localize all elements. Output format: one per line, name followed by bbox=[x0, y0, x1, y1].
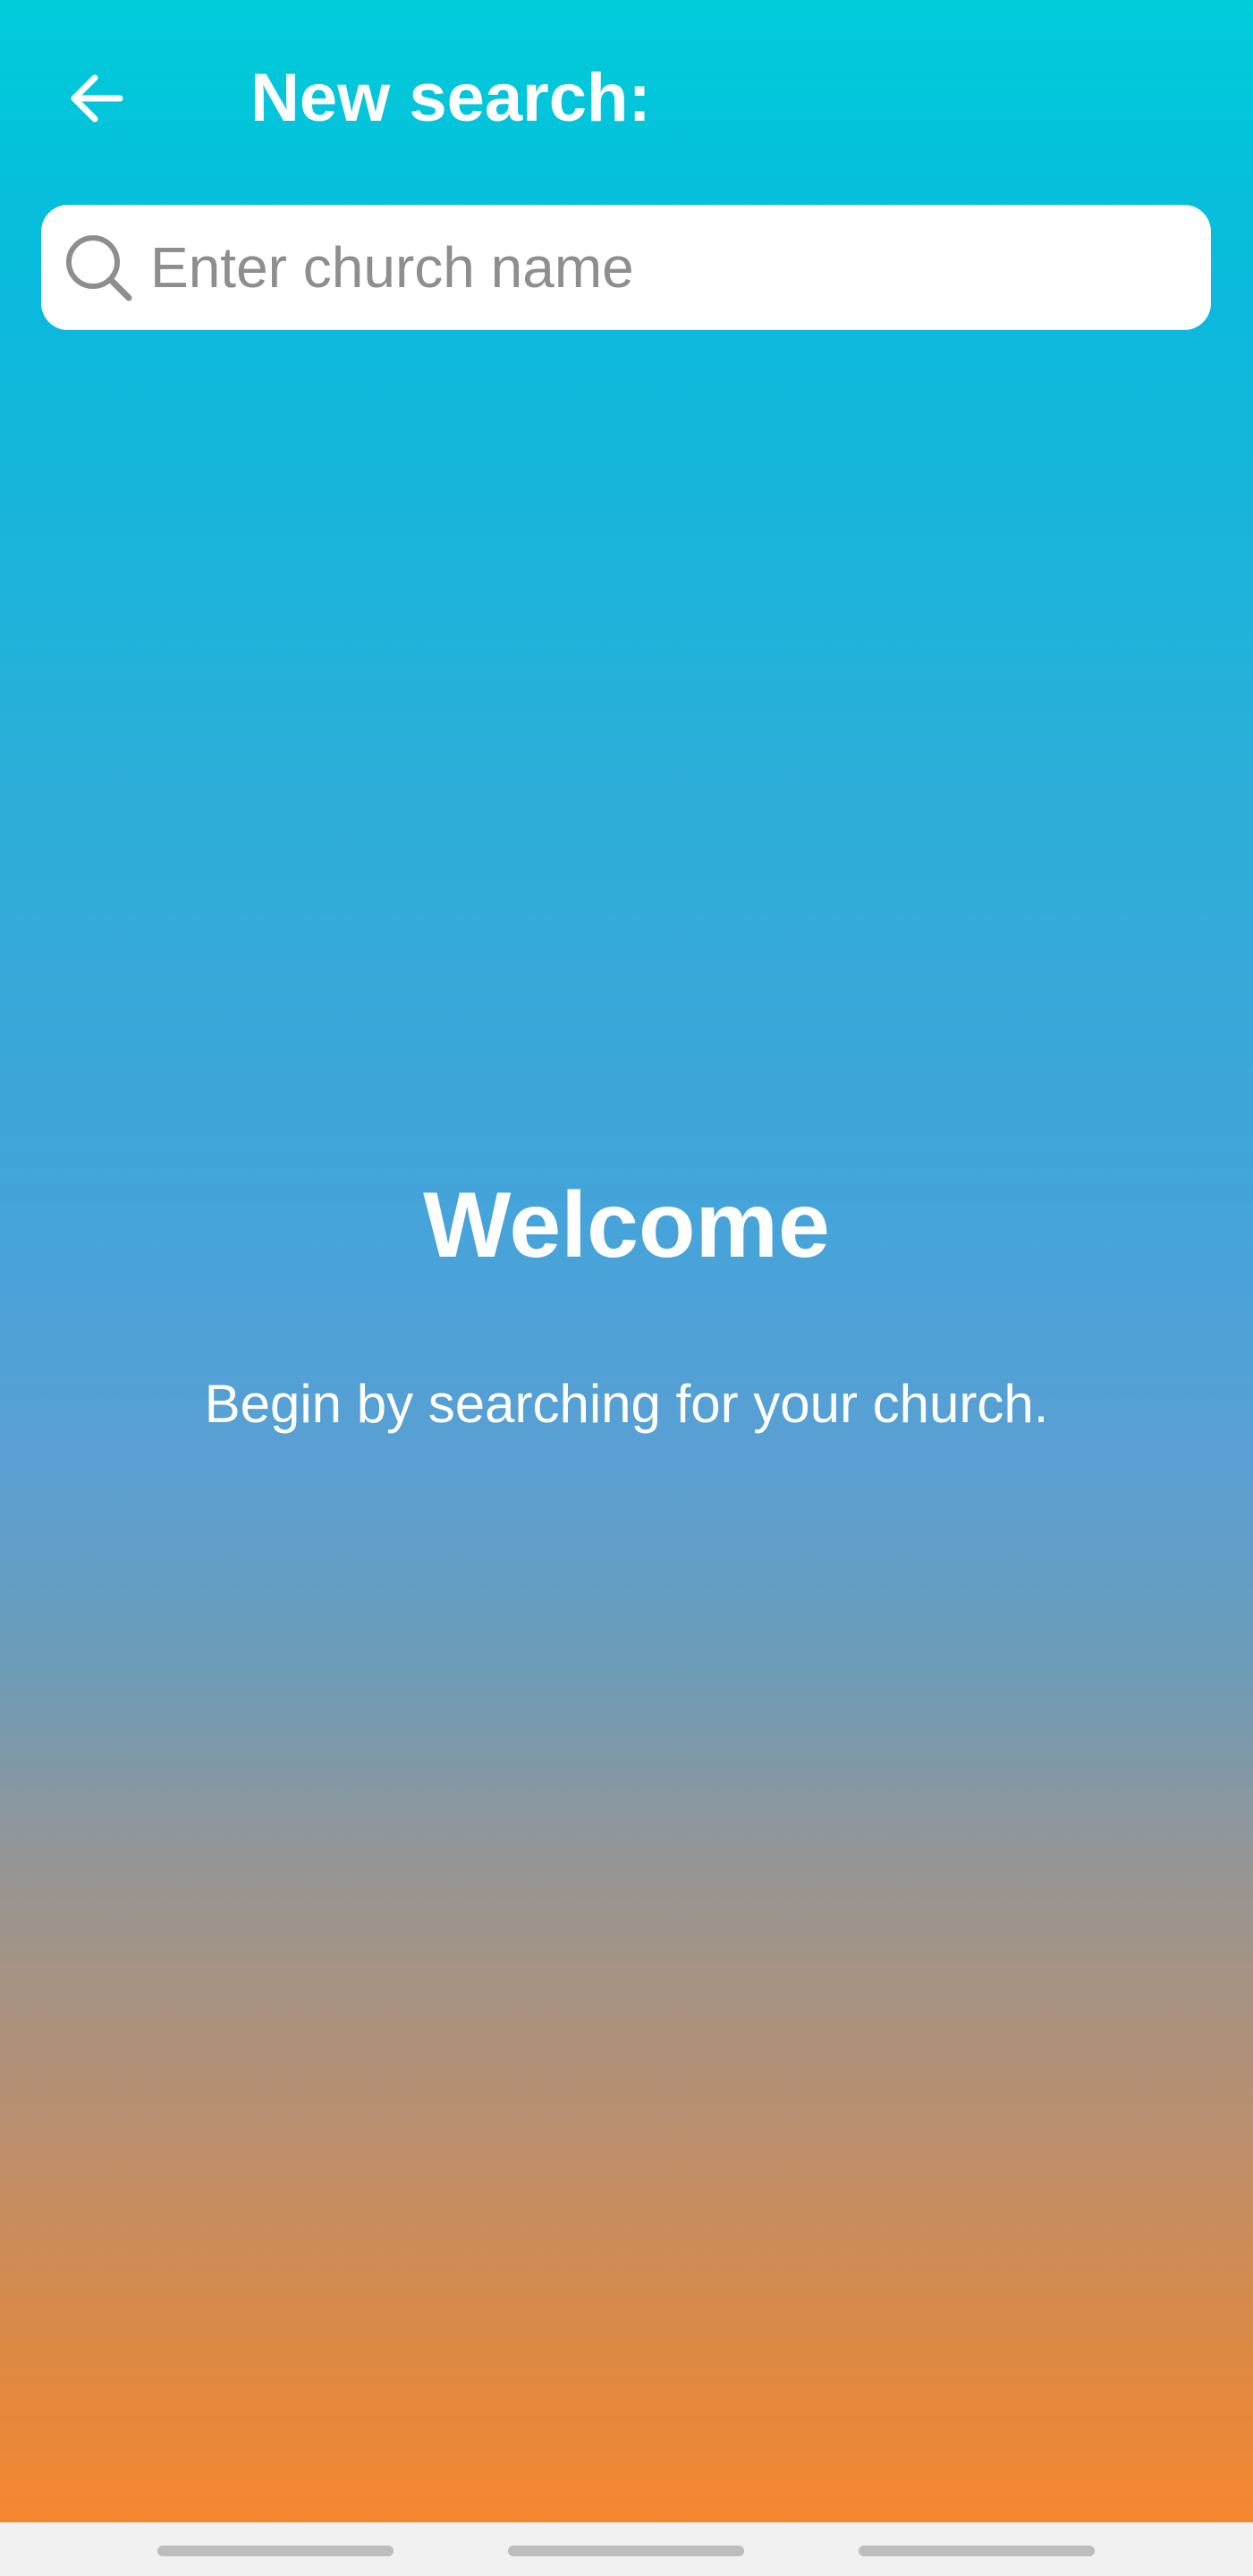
search-input[interactable] bbox=[145, 205, 1182, 330]
nav-handle-left[interactable] bbox=[157, 2546, 394, 2556]
system-navigation-bar bbox=[0, 2522, 1253, 2576]
welcome-title: Welcome bbox=[423, 1174, 830, 1277]
arrow-left-icon bbox=[71, 74, 123, 123]
nav-handle-center[interactable] bbox=[508, 2546, 744, 2556]
search-icon bbox=[66, 235, 132, 301]
page-title: New search: bbox=[250, 60, 651, 136]
nav-handle-right[interactable] bbox=[859, 2546, 1095, 2556]
back-button[interactable] bbox=[49, 51, 144, 146]
top-app-bar: New search: bbox=[0, 0, 1253, 193]
app-screen: New search: Welcome Begin by searching f… bbox=[0, 0, 1253, 2522]
welcome-subtitle: Begin by searching for your church. bbox=[204, 1374, 1049, 1434]
search-bar[interactable] bbox=[41, 205, 1211, 330]
